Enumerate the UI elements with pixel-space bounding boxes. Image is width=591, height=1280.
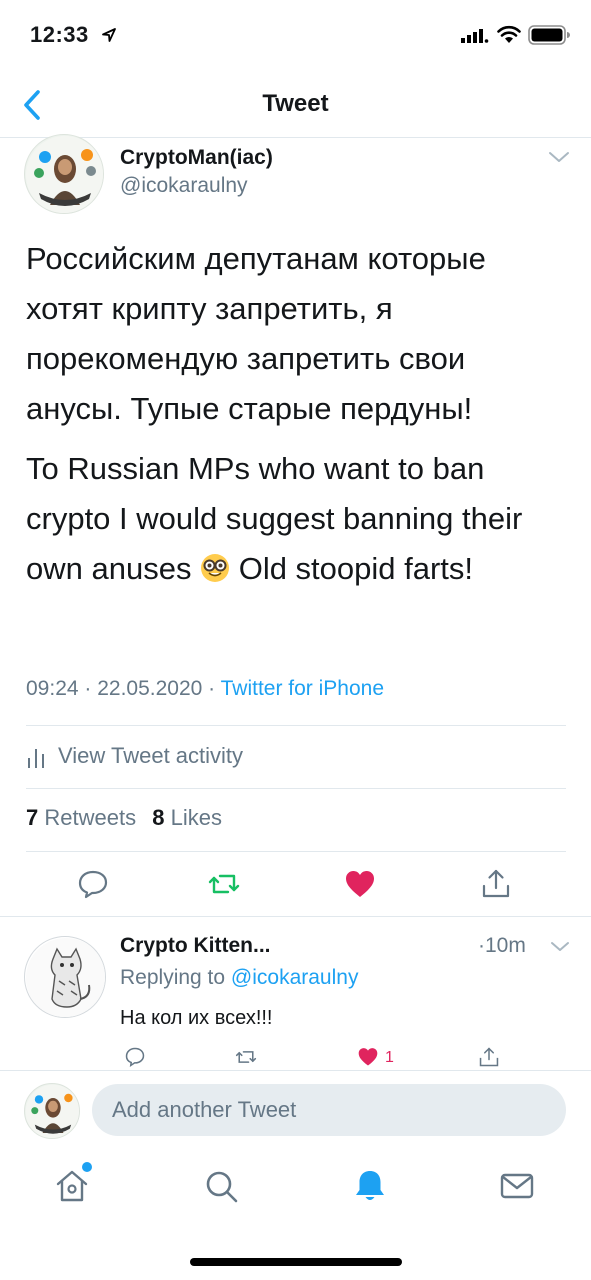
divider	[26, 725, 566, 726]
divider	[26, 851, 566, 852]
add-another-tweet-input[interactable]	[92, 1084, 566, 1136]
status-time: 12:33	[30, 22, 89, 47]
like-icon[interactable]	[344, 868, 376, 900]
tweet-text-english: To Russian MPs who want to ban crypto I …	[26, 444, 566, 594]
divider	[26, 788, 566, 789]
nerd-face-emoji	[201, 554, 230, 582]
reply-icon[interactable]	[122, 1046, 148, 1068]
signal-icon	[461, 29, 489, 43]
reply-timestamp: ·10m	[478, 934, 526, 957]
tweet-stats: 7 Retweets 8 Likes	[26, 805, 232, 831]
location-arrow-icon	[102, 28, 116, 42]
avatar-illustration	[25, 1084, 79, 1138]
chevron-down-icon[interactable]	[548, 150, 570, 164]
tweet-text-english-part2: Old stoopid farts!	[238, 551, 474, 586]
home-icon[interactable]	[54, 1168, 90, 1204]
cat-illustration	[26, 938, 105, 1017]
reply-author-avatar[interactable]	[24, 936, 106, 1018]
reply-author-name[interactable]: Crypto Kitten...	[120, 934, 271, 958]
author-name[interactable]: CryptoMan(iac)	[120, 146, 273, 170]
tweet-timestamp: 09:24 · 22.05.2020 ·	[26, 677, 221, 700]
current-user-avatar	[24, 1083, 80, 1139]
author-avatar[interactable]	[24, 134, 104, 214]
tweet-text-russian: Российским депутанам которые хотят крипт…	[26, 241, 486, 426]
wifi-icon	[497, 25, 521, 43]
share-icon[interactable]	[476, 1046, 502, 1068]
notifications-icon[interactable]	[352, 1168, 388, 1204]
battery-icon	[528, 25, 570, 45]
tab-bar	[0, 1150, 591, 1280]
retweets-label: Retweets	[44, 805, 137, 830]
tweet-source-link[interactable]: Twitter for iPhone	[221, 677, 384, 700]
page-title: Tweet	[262, 90, 329, 117]
retweets-count: 7	[26, 805, 39, 830]
likes-label: Likes	[170, 805, 222, 830]
divider	[0, 916, 591, 917]
avatar-illustration	[26, 136, 103, 213]
retweets-stat[interactable]: 7 Retweets	[26, 805, 146, 830]
likes-count: 8	[152, 805, 165, 830]
bar-chart-icon	[28, 749, 44, 768]
compose-bar	[0, 1070, 591, 1150]
search-icon[interactable]	[203, 1168, 239, 1204]
reply-like-count: 1	[385, 1049, 394, 1066]
like-icon[interactable]	[355, 1046, 381, 1068]
share-icon[interactable]	[480, 868, 512, 900]
retweet-icon[interactable]	[233, 1046, 259, 1068]
reply-text: На кол их всех!!!	[120, 1007, 273, 1029]
home-notification-dot	[82, 1162, 92, 1172]
messages-icon[interactable]	[499, 1168, 535, 1204]
status-bar: 12:33	[0, 0, 591, 70]
replying-to-mention[interactable]: @icokaraulny	[231, 966, 359, 989]
reply-icon[interactable]	[77, 868, 109, 900]
author-handle[interactable]: @icokaraulny	[120, 174, 248, 198]
replying-to-prefix: Replying to	[120, 966, 231, 989]
home-indicator	[190, 1258, 402, 1266]
activity-label: View Tweet activity	[58, 743, 244, 768]
tweet-meta: 09:24 · 22.05.2020 · Twitter for iPhone	[26, 677, 384, 701]
nav-header: Tweet	[0, 70, 591, 138]
retweet-icon[interactable]	[208, 868, 240, 900]
likes-stat[interactable]: 8 Likes	[152, 805, 232, 830]
chevron-down-icon[interactable]	[550, 940, 570, 953]
replying-to: Replying to @icokaraulny	[120, 966, 358, 990]
